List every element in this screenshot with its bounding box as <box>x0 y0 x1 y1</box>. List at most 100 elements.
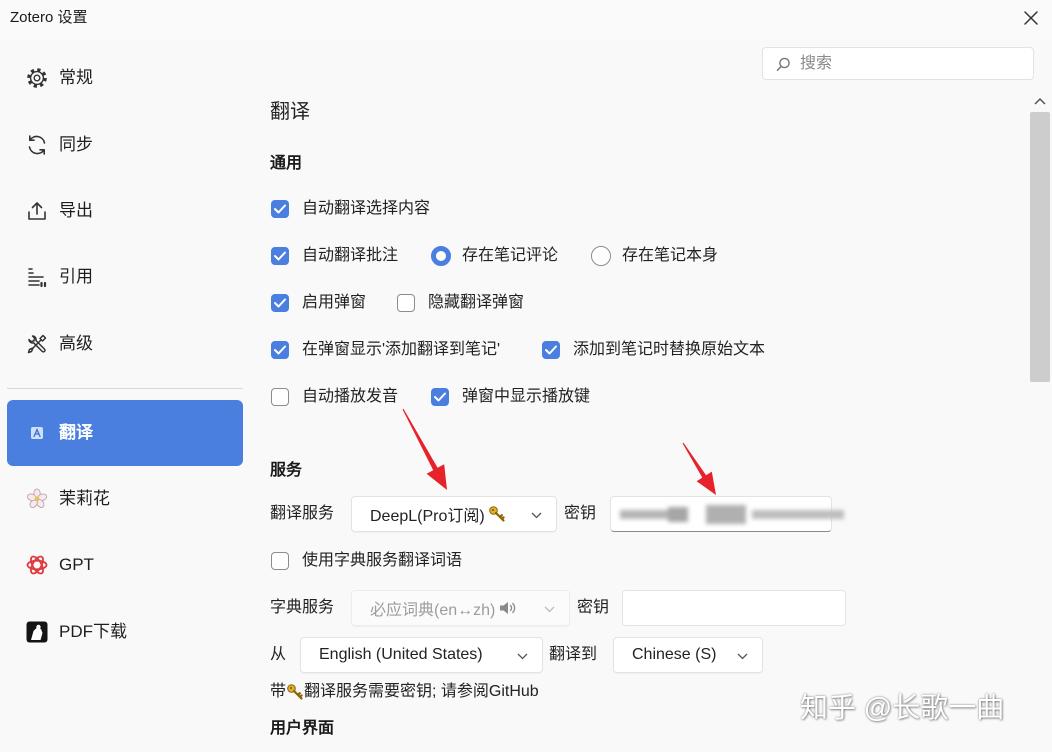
use-dictionary-option[interactable]: 使用字典服务翻译词语 <box>271 550 462 572</box>
hide-popup-option[interactable]: 隐藏翻译弹窗 <box>397 292 524 314</box>
sidebar-item-label: 茉莉花 <box>59 489 110 508</box>
checkmark-icon <box>274 251 286 261</box>
key-icon <box>488 506 505 522</box>
auto-translate-selection-option[interactable]: 自动翻译选择内容 <box>271 198 430 220</box>
sidebar-item-label: 引用 <box>59 267 93 286</box>
checkbox[interactable] <box>397 294 415 312</box>
close-button[interactable] <box>1018 5 1044 31</box>
cite-icon <box>28 268 47 288</box>
radio[interactable] <box>431 246 451 266</box>
source-language-label: 从 <box>270 646 287 663</box>
dropdown-value: DeepL(Pro订阅) <box>370 508 485 525</box>
sync-icon <box>28 135 46 155</box>
sidebar-item-general[interactable]: 常规 <box>7 48 243 108</box>
sidebar-item-cite[interactable]: 引用 <box>7 247 243 307</box>
option-label: 添加到笔记时替换原始文本 <box>573 341 766 358</box>
sidebar-item-sync[interactable]: 同步 <box>7 115 243 175</box>
sidebar-item-label: PDF下载 <box>59 622 127 641</box>
checkbox[interactable] <box>542 341 560 359</box>
sidebar-item-jasmine[interactable]: 茉莉花 <box>7 469 243 529</box>
sidebar-item-label: 同步 <box>59 135 93 154</box>
dictionary-key-field[interactable] <box>622 590 846 626</box>
option-label: 隐藏翻译弹窗 <box>428 294 525 311</box>
translate-service-dropdown[interactable]: DeepL(Pro订阅) <box>351 496 557 532</box>
key-requirement-note: 带 翻译服务需要密钥; 请参阅GitHub <box>270 682 539 702</box>
translate-key-label: 密钥 <box>564 505 597 522</box>
option-label: 存在笔记本身 <box>622 247 719 264</box>
store-in-comment-option[interactable]: 存在笔记评论 <box>431 245 558 267</box>
enable-popup-option[interactable]: 启用弹窗 <box>271 292 366 314</box>
scrollbar-thumb[interactable] <box>1030 112 1050 382</box>
store-in-body-option[interactable]: 存在笔记本身 <box>591 245 718 267</box>
checkmark-icon <box>545 345 557 355</box>
annotation-arrow <box>402 408 447 490</box>
dictionary-service-label: 字典服务 <box>270 599 335 616</box>
watermark: 知乎 @长歌一曲 <box>800 692 1005 723</box>
sidebar: 常规 同步 导出 引用 高级 翻译 茉莉花 GPT PDF下载 <box>0 0 250 752</box>
sidebar-item-advanced[interactable]: 高级 <box>7 314 243 374</box>
sidebar-item-gpt[interactable]: GPT <box>7 535 243 595</box>
obscured-key-text <box>620 505 844 524</box>
autoplay-pronunciation-option[interactable]: 自动播放发音 <box>271 386 398 408</box>
gear-icon <box>27 68 47 88</box>
section-heading-services: 服务 <box>270 462 303 479</box>
gpt-icon <box>26 555 48 575</box>
sidebar-item-label: 常规 <box>59 68 93 87</box>
export-icon <box>28 202 46 220</box>
sidebar-item-translate[interactable]: 翻译 <box>7 400 243 466</box>
translate-service-label: 翻译服务 <box>270 505 335 522</box>
sidebar-item-label: 导出 <box>59 201 93 220</box>
checkbox[interactable] <box>431 388 449 406</box>
close-icon <box>1024 11 1038 25</box>
note-prefix: 带 <box>270 683 287 700</box>
note-text: 翻译服务需要密钥; 请参阅GitHub <box>304 683 539 700</box>
target-language-dropdown[interactable]: Chinese (S) <box>613 637 763 673</box>
option-label: 存在笔记评论 <box>462 247 559 264</box>
dropdown-value: Chinese (S) <box>632 646 717 663</box>
dropdown-value: 必应词典(en↔zh) <box>370 602 496 619</box>
sidebar-item-export[interactable]: 导出 <box>7 181 243 241</box>
chevron-down-icon <box>517 653 528 660</box>
target-language-label: 翻译到 <box>549 646 598 663</box>
scroll-up-button[interactable] <box>1033 94 1047 106</box>
radio[interactable] <box>591 246 611 266</box>
option-label: 自动播放发音 <box>302 388 399 405</box>
show-play-button-option[interactable]: 弹窗中显示播放键 <box>431 386 590 408</box>
checkbox[interactable] <box>271 388 289 406</box>
sidebar-divider <box>7 388 243 389</box>
checkmark-icon <box>274 204 286 214</box>
jasmine-icon <box>26 488 48 509</box>
pdf-download-icon <box>26 621 48 643</box>
option-label: 在弹窗显示'添加翻译到笔记' <box>302 341 501 358</box>
show-add-to-note-option[interactable]: 在弹窗显示'添加翻译到笔记' <box>271 339 500 361</box>
option-label: 弹窗中显示播放键 <box>462 388 591 405</box>
search-placeholder: 搜索 <box>800 55 833 72</box>
auto-translate-annotation-option[interactable]: 自动翻译批注 <box>271 245 398 267</box>
replace-original-option[interactable]: 添加到笔记时替换原始文本 <box>542 339 765 361</box>
annotation-arrow <box>682 442 716 495</box>
source-language-dropdown[interactable]: English (United States) <box>300 637 543 673</box>
chevron-down-icon <box>531 512 542 519</box>
tools-icon <box>27 334 47 354</box>
sidebar-item-label: 高级 <box>59 334 93 353</box>
sidebar-item-pdf-download[interactable]: PDF下载 <box>7 602 243 662</box>
checkbox[interactable] <box>271 341 289 359</box>
option-label: 自动翻译批注 <box>302 247 399 264</box>
dictionary-key-label: 密钥 <box>577 599 610 616</box>
checkmark-icon <box>274 345 286 355</box>
checkbox[interactable] <box>271 294 289 312</box>
section-heading-user-interface: 用户界面 <box>270 720 335 737</box>
option-label: 启用弹窗 <box>302 294 367 311</box>
checkbox[interactable] <box>271 552 289 570</box>
search-input[interactable]: 搜索 <box>762 47 1034 80</box>
dictionary-service-dropdown[interactable]: 必应词典(en↔zh) <box>351 590 570 626</box>
key-icon <box>287 684 303 700</box>
section-heading-general: 通用 <box>270 155 303 172</box>
chevron-down-icon <box>737 653 748 660</box>
speaker-icon <box>500 602 516 614</box>
checkbox[interactable] <box>271 200 289 218</box>
checkbox[interactable] <box>271 247 289 265</box>
page-title: 翻译 <box>270 101 310 123</box>
translate-icon <box>31 427 43 439</box>
chevron-down-icon <box>544 606 555 613</box>
